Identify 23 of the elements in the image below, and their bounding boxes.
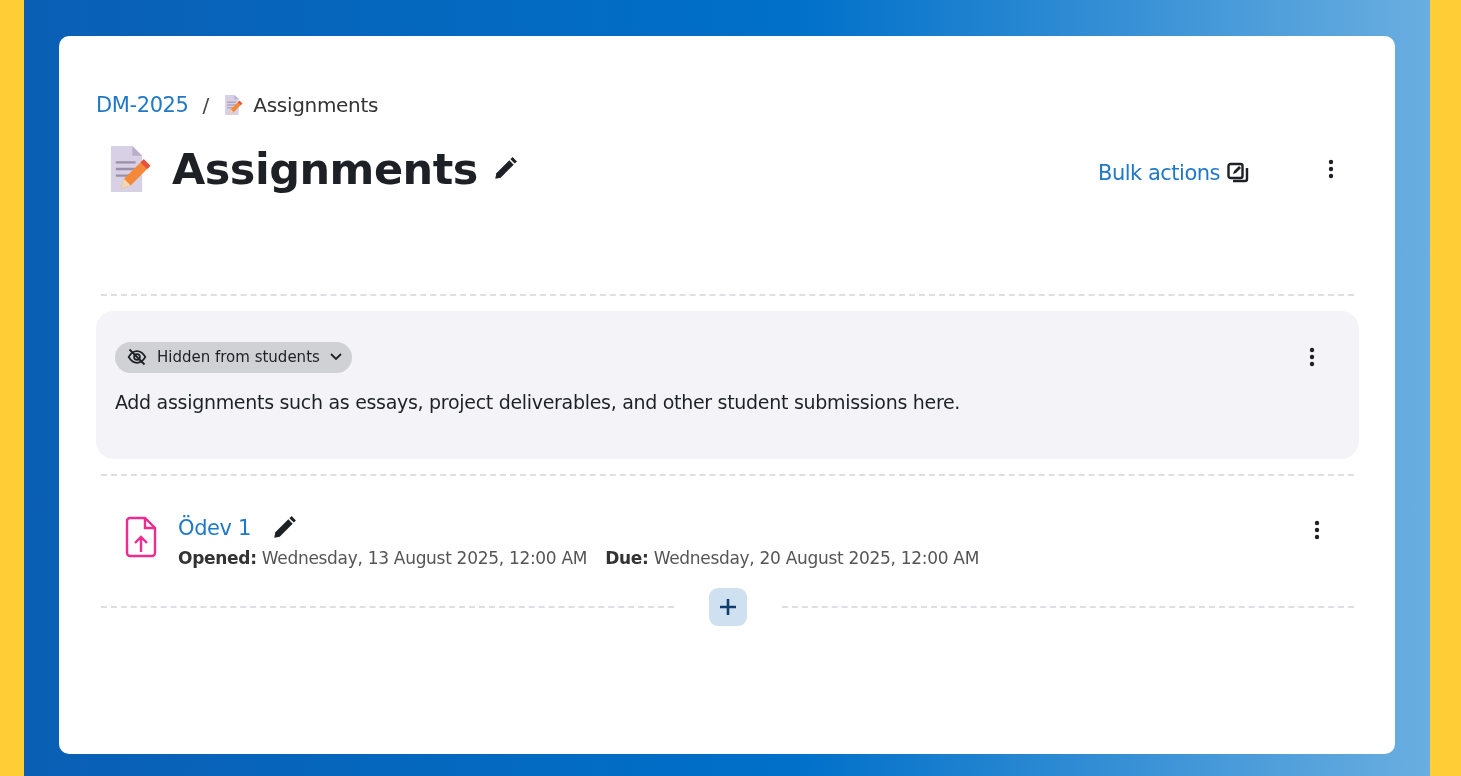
more-menu-button[interactable] [1312,518,1322,542]
hidden-eye-icon [127,348,147,366]
kebab-icon [1328,159,1334,179]
section-description: Add assignments such as essays, project deliverables, and other student submissions here. [115,391,962,413]
breadcrumb-current: Assignments [253,93,379,117]
chevron-down-icon [329,353,342,361]
breadcrumb-separator: / [202,93,210,117]
document-pencil-icon [223,94,244,116]
kebab-icon [1314,520,1320,540]
kebab-icon [1309,347,1315,367]
add-activity-button[interactable] [708,588,747,626]
more-menu-button[interactable] [1326,157,1336,181]
file-upload-icon [124,516,158,558]
plus-icon [718,598,737,616]
breadcrumb-link[interactable]: DM-2025 [96,93,189,117]
activity-link[interactable]: Ödev 1 [178,516,251,540]
bulk-edit-icon [1226,161,1250,185]
activity-date: Opened: Wednesday, 13 August 2025, 12:00 AM [178,548,588,568]
visibility-badge[interactable]: Hidden from students [115,341,352,373]
more-menu-button[interactable] [1307,345,1317,369]
activity-date: Due: Wednesday, 20 August 2025, 12:00 AM [605,548,980,568]
page-title: Assignments [172,144,478,194]
bulk-actions-link[interactable]: Bulk actions [1098,161,1250,185]
